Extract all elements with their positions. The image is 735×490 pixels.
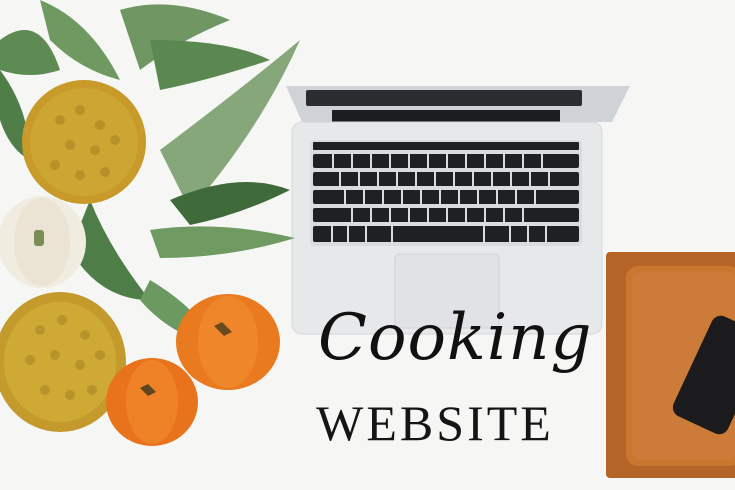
white-pumpkin — [0, 196, 86, 288]
laptop — [286, 86, 630, 335]
pineapple-top — [22, 80, 146, 204]
title-website: WEBSITE — [316, 395, 554, 451]
wooden-board — [606, 252, 735, 478]
laptop-lid-keys-reflection — [306, 90, 582, 106]
title-cooking: Cooking — [318, 301, 593, 375]
orange-pumpkin-large — [176, 294, 280, 390]
orange-pumpkin-small — [106, 358, 198, 446]
